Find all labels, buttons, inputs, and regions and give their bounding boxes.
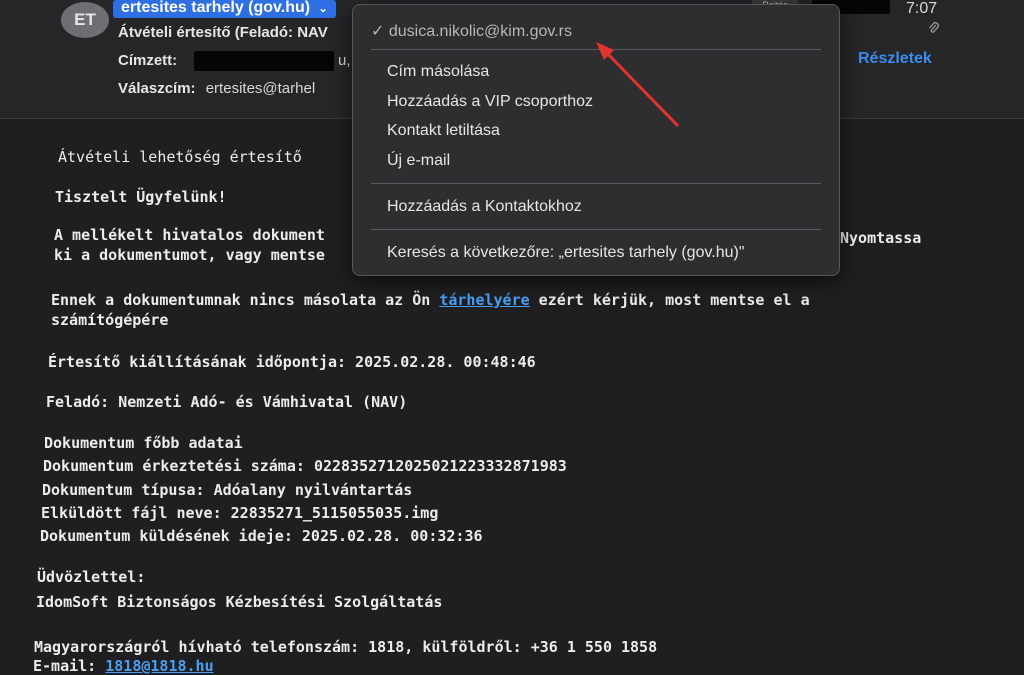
reply-to-label: Válaszcím: — [118, 80, 196, 97]
doc-type-line: Dokumentum típusa: Adóalany nyilvántartá… — [42, 481, 412, 499]
selected-address-text: dusica.nikolic@kim.gov.rs — [388, 23, 572, 40]
menu-separator — [371, 49, 821, 50]
body-heading: Átvételi lehetőség értesítő — [58, 148, 302, 166]
chevron-down-icon: ⌄ — [318, 3, 328, 15]
paragraph1-line1-left: A mellékelt hivatalos dokument — [54, 226, 325, 244]
issued-value: 2025.02.28. 00:48:46 — [355, 353, 536, 371]
paragraph2-line1: Ennek a dokumentumnak nincs másolata az … — [51, 291, 810, 309]
closing: Üdvözlettel: — [37, 568, 146, 586]
paragraph2-line2: számítógépére — [51, 311, 169, 329]
paragraph2-prefix: Ennek a dokumentumnak nincs másolata az … — [51, 291, 440, 309]
paragraph1-line2: ki a dokumentumot, vagy mentse — [54, 246, 325, 264]
menu-item-add-vip[interactable]: Hozzáadás a VIP csoporthoz — [387, 93, 593, 111]
email-label: E-mail: — [33, 657, 97, 675]
to-label: Címzett: — [118, 52, 178, 69]
file-line: Elküldött fájl neve: 22835271_5115055035… — [41, 504, 438, 522]
issued-label: Értesítő kiállításának időpontja: — [48, 353, 347, 371]
doc-arrival-line: Dokumentum érkeztetési száma: 0228352712… — [43, 457, 567, 475]
signature: IdomSoft Biztonságos Kézbesítési Szolgál… — [36, 593, 443, 611]
sender-name-button[interactable]: ertesites tarhely (gov.hu) ⌄ — [113, 0, 336, 18]
menu-item-block-contact[interactable]: Kontakt letiltása — [387, 122, 500, 140]
paragraph2-suffix: ezért kérjük, most mentse el a — [529, 291, 810, 309]
menu-item-search[interactable]: Keresés a következőre: „ertesites tarhel… — [387, 244, 745, 262]
details-link[interactable]: Részletek — [858, 50, 932, 68]
tarhely-link[interactable]: tárhelyére — [439, 291, 529, 309]
menu-item-add-contacts[interactable]: Hozzáadás a Kontaktokhoz — [387, 198, 582, 216]
check-icon: ✓ — [371, 23, 385, 40]
menu-separator — [371, 229, 821, 230]
menu-selected-address[interactable]: ✓ dusica.nikolic@kim.gov.rs — [371, 21, 572, 41]
doc-title: Dokumentum főbb adatai — [44, 434, 243, 452]
sent-label: Dokumentum küldésének ideje: — [40, 527, 293, 545]
subject-text: Átvételi értesítő (Feladó: NAV — [118, 24, 328, 41]
doc-type-value: Adóalany nyilvántartás — [213, 481, 413, 499]
reply-to-line: Válaszcím: ertesites@tarhel — [118, 80, 315, 97]
menu-item-new-email[interactable]: Új e-mail — [387, 152, 450, 170]
email-link[interactable]: 1818@1818.hu — [105, 657, 213, 675]
file-label: Elküldött fájl neve: — [41, 504, 222, 522]
sender-org: Nemzeti Adó- és Vámhivatal — [118, 393, 354, 411]
email-line: E-mail: 1818@1818.hu — [33, 657, 214, 675]
sender-name: ertesites tarhely (gov.hu) — [121, 0, 311, 16]
subject-line: Átvételi értesítő (Feladó: NAV — [118, 24, 328, 41]
sender-avatar[interactable]: ET — [61, 2, 109, 38]
sent-line: Dokumentum küldésének ideje: 2025.02.28.… — [40, 527, 483, 545]
paperclip-icon[interactable] — [928, 22, 940, 40]
sent-value: 2025.02.28. 00:32:36 — [301, 527, 483, 545]
paragraph1-line1-right: Nyomtassa — [840, 229, 922, 247]
menu-separator — [371, 183, 821, 184]
sender-label: Feladó: — [46, 393, 110, 411]
received-time: 7:07 — [906, 0, 938, 17]
redacted-recipient — [194, 51, 334, 71]
reply-to-value[interactable]: ertesites@tarhel — [206, 80, 315, 97]
phone-line: Magyarországról hívható telefonszám: 181… — [34, 638, 658, 656]
file-value: 22835271_5115055035.img — [230, 504, 439, 522]
greeting: Tisztelt Ügyfelünk! — [55, 188, 227, 206]
issued-line: Értesítő kiállításának időpontja: 2025.0… — [48, 353, 536, 371]
sender-abbr: (NAV) — [362, 393, 408, 411]
doc-arrival-label: Dokumentum érkeztetési száma: — [43, 457, 305, 475]
sender-context-menu: ✓ dusica.nikolic@kim.gov.rs Cím másolása… — [352, 4, 840, 276]
doc-arrival-value: 0228352712025021223332871983 — [313, 457, 567, 475]
doc-type-label: Dokumentum típusa: — [42, 481, 205, 499]
to-line: Címzett: — [118, 52, 177, 69]
menu-item-copy-address[interactable]: Cím másolása — [387, 63, 489, 81]
sender-line: Feladó: Nemzeti Adó- és Vámhivatal (NAV) — [46, 393, 407, 411]
to-suffix: u, — [338, 52, 351, 69]
